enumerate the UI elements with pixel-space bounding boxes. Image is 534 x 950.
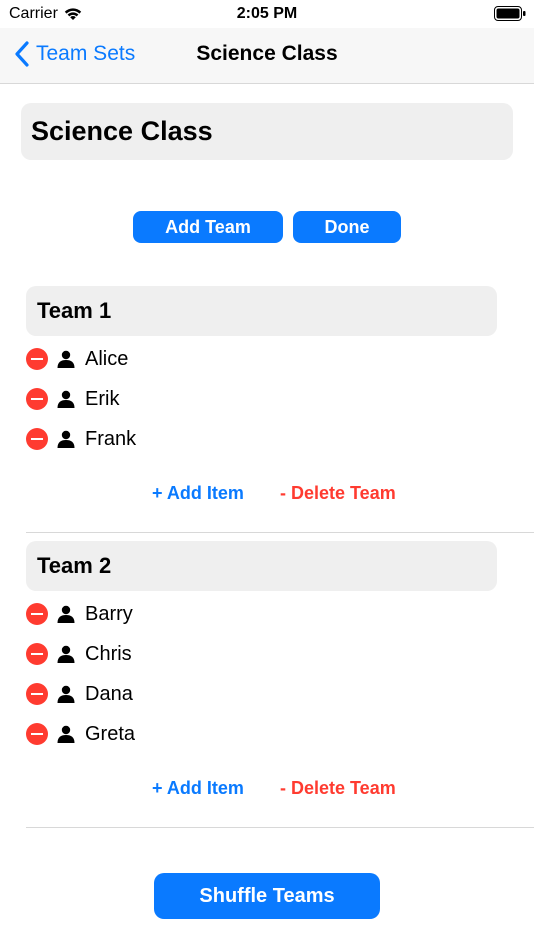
member-name: Frank: [85, 427, 137, 450]
remove-member-icon[interactable]: [26, 683, 48, 705]
remove-member-icon[interactable]: [26, 643, 48, 665]
team-name-field[interactable]: Team 2: [26, 541, 497, 591]
chevron-left-icon: [15, 41, 29, 67]
add-item-button[interactable]: + Add Item: [152, 778, 244, 799]
member-name: Dana: [85, 682, 133, 705]
team-member-row: Dana: [0, 679, 534, 709]
done-button[interactable]: Done: [293, 211, 401, 243]
remove-member-icon[interactable]: [26, 428, 48, 450]
add-item-button[interactable]: + Add Item: [152, 483, 244, 504]
person-icon: [57, 390, 75, 408]
team-member-row: Erik: [0, 384, 534, 414]
shuffle-teams-button[interactable]: Shuffle Teams: [154, 873, 380, 919]
clock: 2:05 PM: [236, 5, 298, 22]
member-name: Barry: [85, 602, 133, 625]
person-icon: [57, 430, 75, 448]
delete-team-button[interactable]: - Delete Team: [280, 778, 396, 799]
team-name-field[interactable]: Team 1: [26, 286, 497, 336]
set-name-field[interactable]: Science Class: [21, 103, 513, 160]
battery-icon: [494, 6, 526, 21]
delete-team-button[interactable]: - Delete Team: [280, 483, 396, 504]
person-icon: [57, 645, 75, 663]
team-member-row: Alice: [0, 344, 534, 374]
team-member-row: Chris: [0, 639, 534, 669]
person-icon: [57, 350, 75, 368]
remove-member-icon[interactable]: [26, 348, 48, 370]
navigation-bar: Team Sets Science Class: [0, 28, 534, 84]
person-icon: [57, 685, 75, 703]
remove-member-icon[interactable]: [26, 603, 48, 625]
team-member-row: Barry: [0, 599, 534, 629]
member-name: Greta: [85, 722, 136, 745]
back-button[interactable]: Team Sets: [14, 40, 135, 68]
person-icon: [57, 605, 75, 623]
remove-member-icon[interactable]: [26, 388, 48, 410]
add-team-button[interactable]: Add Team: [133, 211, 283, 243]
member-name: Erik: [85, 387, 120, 410]
remove-member-icon[interactable]: [26, 723, 48, 745]
status-bar: Carrier 2:05 PM: [0, 0, 534, 28]
team-member-row: Frank: [0, 424, 534, 454]
team-member-row: Greta: [0, 719, 534, 749]
back-button-label: Team Sets: [36, 42, 136, 65]
person-icon: [57, 725, 75, 743]
screen: Carrier 2:05 PM Team Sets Science Class …: [0, 0, 534, 950]
member-name: Alice: [85, 347, 129, 370]
section-divider: [26, 532, 534, 533]
section-divider: [26, 827, 534, 828]
member-name: Chris: [85, 642, 132, 665]
